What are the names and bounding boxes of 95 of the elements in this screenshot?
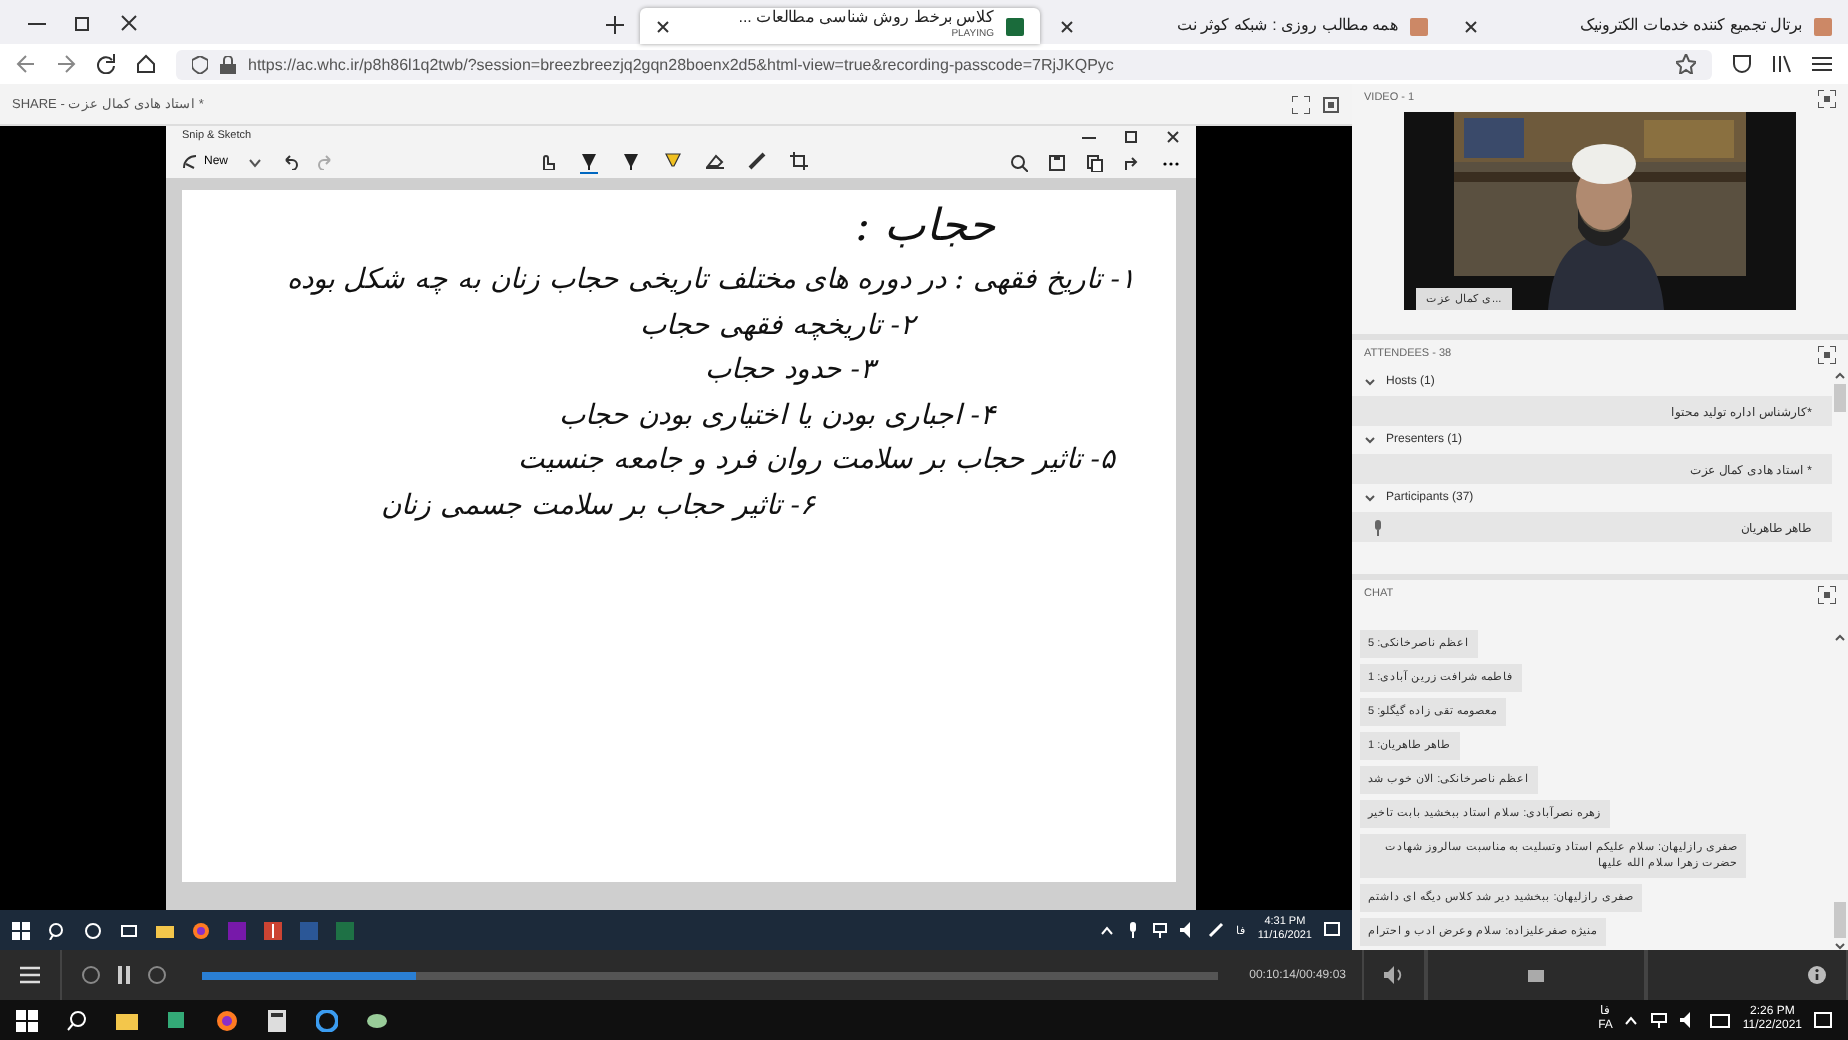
shield-icon [192,55,208,73]
handwritten-text: ۶- تاثیر حجاب بر سلامت جسمی زنان [381,487,816,525]
home-icon[interactable] [136,54,156,74]
app-icon[interactable] [366,1009,388,1031]
folder-icon[interactable] [156,921,174,939]
close-icon[interactable] [120,13,138,31]
network-icon[interactable] [1151,922,1168,938]
rewind-icon[interactable] [82,966,100,984]
ruler-icon [747,151,765,169]
site-icon [1814,17,1832,35]
copy-icon[interactable] [1086,153,1104,171]
task-view-icon[interactable] [120,921,138,939]
back-icon[interactable] [16,54,36,74]
tool-button[interactable] [537,151,555,173]
handwritten-text: ۵- تاثیر حجاب بر سلامت روان فرد و جامعه جنسیت [518,442,1116,480]
handwritten-text: ۱- تاریخ فقهی : در دوره های مختلف تاریخی حجاب زنان به چه شکل بوده [286,262,1136,300]
scroll-up-icon[interactable] [1834,634,1846,642]
notification-icon[interactable] [1814,1011,1832,1029]
site-icon [1006,17,1024,35]
network-icon[interactable] [1650,1012,1669,1028]
start-icon[interactable] [16,1009,38,1031]
tool-button[interactable] [789,151,807,173]
eraser-icon [705,151,723,169]
scroll-down-icon[interactable] [1834,942,1846,950]
lock-icon [220,55,236,73]
address-bar[interactable]: https://ac.whc.ir/p8h86l1q2twb/?session=breezbreezjq2gqn28boenx2d5&html-view=true&recording-passcode=7RjJKQPyc [176,49,1712,79]
reload-icon[interactable] [96,54,116,74]
fullscreen-icon[interactable] [1818,585,1836,603]
scrollbar-thumb[interactable] [1834,902,1846,938]
pause-icon[interactable] [116,966,132,984]
share-icon[interactable] [1124,153,1142,171]
handwritten-text: ۲- تاریخچه فقهی حجاب [639,307,916,345]
chevron-icon [1364,434,1376,446]
fullscreen-icon[interactable] [1818,89,1836,107]
snip-icon [182,154,198,170]
snip-icon[interactable] [264,921,282,939]
search-icon[interactable] [66,1009,88,1031]
folder-icon[interactable] [116,1009,138,1031]
pen-icon[interactable] [1207,922,1224,938]
scrollbar-thumb[interactable] [1834,384,1846,412]
site-icon [1410,17,1428,35]
handwritten-text: ۴- اجباری بودن یا اختیاری بودن حجاب [559,397,996,435]
close-icon[interactable] [1166,129,1180,143]
fullscreen-icon[interactable] [1292,95,1310,113]
options-icon[interactable] [1322,95,1340,113]
start-icon[interactable] [12,921,30,939]
undo-icon[interactable] [282,154,299,170]
touch-icon [537,151,555,169]
search-icon[interactable] [48,921,66,939]
handwritten-text: حجاب : [855,200,996,256]
menu-icon[interactable] [1812,54,1832,74]
library-icon[interactable] [1772,54,1792,74]
browser-tab[interactable]: همه مطالب روزی : شبکه کوثر نت [1044,8,1444,44]
notification-icon[interactable] [1324,922,1340,938]
cortana-icon[interactable] [84,921,102,939]
caret-icon[interactable] [248,155,263,169]
pen-icon [579,151,597,169]
star-icon[interactable] [1676,54,1696,74]
zoom-icon[interactable] [1010,153,1028,171]
layout-icon[interactable] [1528,969,1544,981]
tool-button[interactable] [663,151,681,173]
app-icon[interactable] [166,1009,188,1031]
progress-bar[interactable] [202,971,1218,979]
close-icon[interactable] [1060,19,1074,33]
firefox-icon[interactable] [192,921,210,939]
keyboard-icon[interactable] [1710,1013,1731,1027]
fullscreen-icon[interactable] [1818,345,1836,363]
info-icon[interactable] [1808,966,1826,984]
chevron-icon [1364,492,1376,504]
tool-button[interactable] [579,151,597,173]
browser-tab[interactable]: برتال تجمیع کننده خدمات الکترونیک [1448,8,1848,44]
new-tab-icon[interactable] [606,16,624,34]
pocket-icon[interactable] [1732,54,1752,74]
restore-icon[interactable] [1124,129,1138,143]
microphone-icon [1372,519,1384,535]
microphone-icon[interactable] [1125,922,1140,938]
speaker-icon[interactable] [1179,922,1196,938]
volume-icon[interactable] [1384,966,1404,984]
scroll-up-icon[interactable] [1834,372,1846,380]
crop-icon [789,151,807,169]
tool-button[interactable] [705,151,723,173]
pen-icon [621,151,639,169]
highlighter-icon [663,151,681,169]
firefox-icon[interactable] [216,1009,238,1031]
close-icon[interactable] [656,19,670,33]
edge-icon[interactable] [316,1009,338,1031]
handwritten-text: ۳- حدود حجاب [704,352,876,390]
restore-icon[interactable] [74,13,92,31]
tool-button[interactable] [747,151,765,173]
chevron-icon [1364,376,1376,388]
close-icon[interactable] [1464,19,1478,33]
save-icon[interactable] [1048,153,1066,171]
forward-icon[interactable] [148,966,166,984]
forward-icon[interactable] [56,54,76,74]
calculator-icon[interactable] [266,1009,288,1031]
